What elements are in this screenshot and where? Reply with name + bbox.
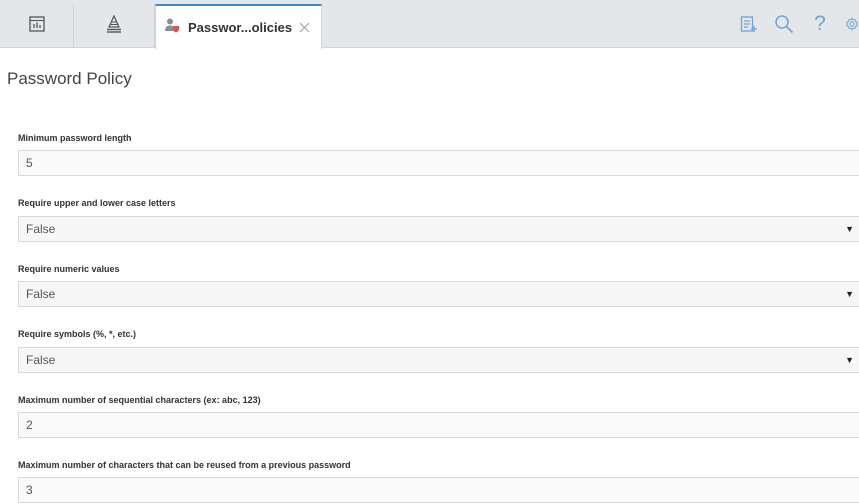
require-symbols-select[interactable]: False ▼ bbox=[18, 347, 859, 373]
toolbar: ? bbox=[737, 8, 859, 40]
tab-hierarchy[interactable] bbox=[74, 4, 155, 48]
field-label-upper-lower: Require upper and lower case letters bbox=[18, 198, 176, 208]
page-title: Password Policy bbox=[7, 69, 132, 88]
field-value: False bbox=[26, 287, 56, 301]
field-label-sequential: Maximum number of sequential characters … bbox=[18, 395, 261, 405]
field-value: 5 bbox=[26, 156, 33, 170]
hierarchy-icon bbox=[105, 14, 123, 38]
dropdown-arrow-icon: ▼ bbox=[845, 289, 854, 299]
dropdown-arrow-icon: ▼ bbox=[845, 355, 854, 365]
clipboard-add-icon[interactable] bbox=[737, 13, 759, 35]
user-shield-icon bbox=[164, 17, 180, 38]
max-reused-chars-input[interactable]: 3 bbox=[18, 477, 859, 503]
tab-password-policies[interactable]: Passwor...olicies bbox=[155, 4, 322, 49]
field-label-numeric: Require numeric values bbox=[18, 264, 120, 274]
field-label-min-length: Minimum password length bbox=[18, 133, 132, 143]
field-label-reuse: Maximum number of characters that can be… bbox=[18, 460, 351, 470]
tab-dashboard[interactable] bbox=[0, 4, 74, 48]
field-value: False bbox=[26, 222, 56, 236]
require-upper-lower-select[interactable]: False ▼ bbox=[18, 216, 859, 242]
require-numeric-select[interactable]: False ▼ bbox=[18, 281, 859, 307]
field-value: 2 bbox=[26, 418, 33, 432]
close-icon[interactable] bbox=[297, 21, 311, 35]
tab-bar: Passwor...olicies ? bbox=[0, 0, 859, 49]
tab-title: Passwor...olicies bbox=[188, 20, 293, 35]
search-icon[interactable] bbox=[773, 13, 795, 35]
field-label-symbols: Require symbols (%, *, etc.) bbox=[18, 329, 137, 339]
dashboard-icon bbox=[28, 15, 45, 37]
field-value: 3 bbox=[26, 483, 33, 497]
dropdown-arrow-icon: ▼ bbox=[845, 224, 854, 234]
help-icon[interactable]: ? bbox=[809, 13, 831, 35]
gear-icon[interactable] bbox=[845, 13, 859, 35]
max-sequential-chars-input[interactable]: 2 bbox=[18, 412, 859, 438]
field-value: False bbox=[26, 353, 56, 367]
min-password-length-input[interactable]: 5 bbox=[18, 150, 859, 176]
